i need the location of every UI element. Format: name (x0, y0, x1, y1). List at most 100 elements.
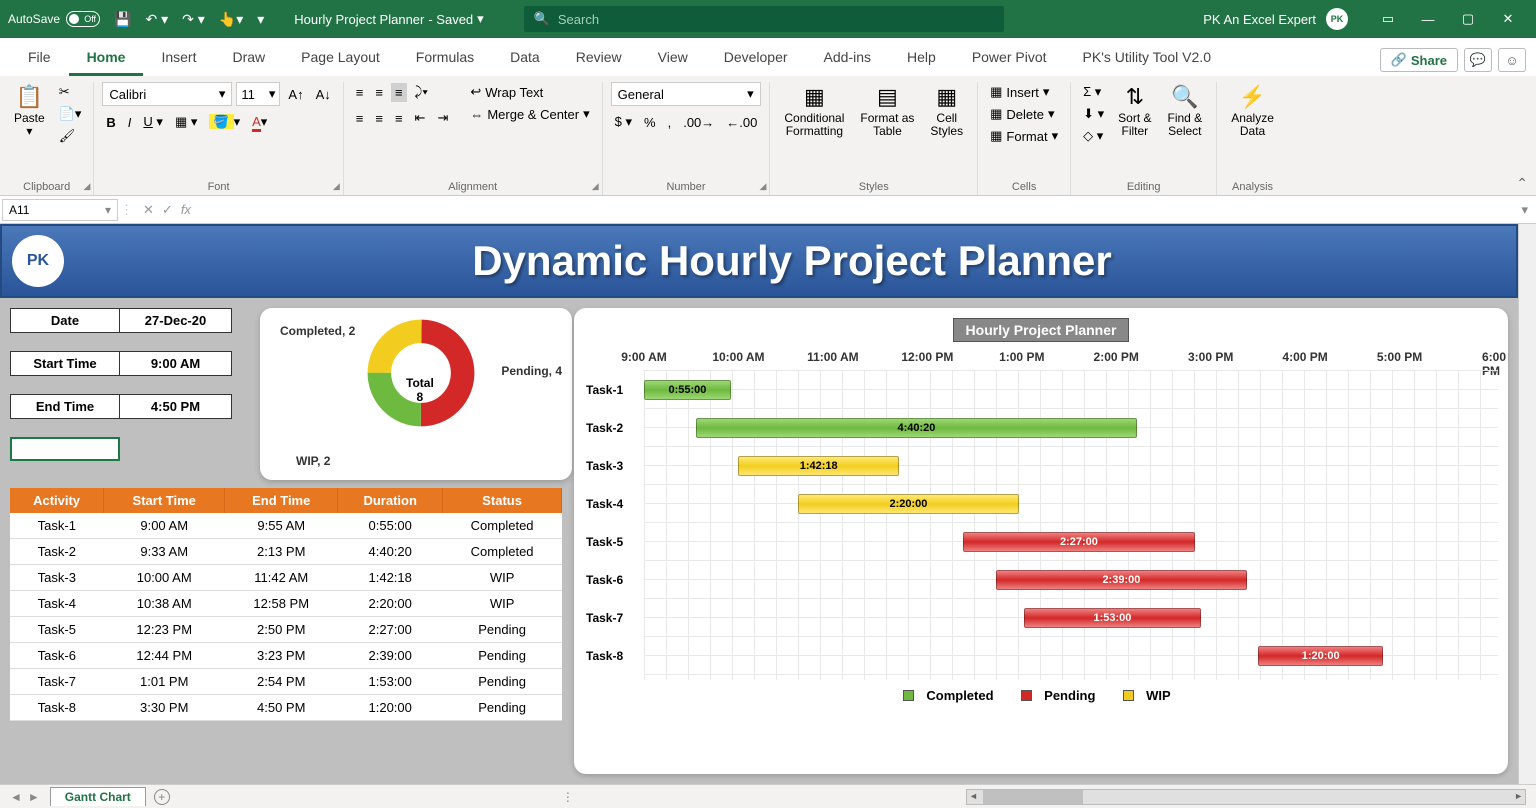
tab-home[interactable]: Home (69, 41, 144, 76)
table-cell[interactable]: Pending (443, 669, 562, 695)
table-cell[interactable]: 9:33 AM (104, 539, 225, 565)
table-cell[interactable]: Pending (443, 617, 562, 643)
format-cells-button[interactable]: ▦Format▾ (986, 126, 1062, 146)
table-cell[interactable]: Task-2 (10, 539, 104, 565)
date-value[interactable]: 27-Dec-20 (120, 308, 232, 333)
table-cell[interactable]: 2:54 PM (225, 669, 338, 695)
decrease-decimal-icon[interactable]: ←.00 (722, 113, 761, 132)
autosave-toggle[interactable]: AutoSave Off (8, 11, 100, 27)
table-cell[interactable]: 1:42:18 (338, 565, 443, 591)
gantt-bar[interactable]: 1:42:18 (738, 456, 899, 476)
table-cell[interactable]: 12:58 PM (225, 591, 338, 617)
delete-cells-button[interactable]: ▦Delete▾ (986, 104, 1058, 124)
autosum-icon[interactable]: Σ ▾ (1079, 82, 1108, 102)
sheet-split-icon[interactable]: ⋮ (562, 790, 574, 804)
table-row[interactable]: Task-83:30 PM4:50 PM1:20:00Pending (10, 695, 562, 721)
table-row[interactable]: Task-612:44 PM3:23 PM2:39:00Pending (10, 643, 562, 669)
font-color-button[interactable]: A▾ (248, 112, 271, 132)
table-row[interactable]: Task-512:23 PM2:50 PM2:27:00Pending (10, 617, 562, 643)
table-header[interactable]: Start Time (104, 488, 225, 513)
table-cell[interactable]: 10:38 AM (104, 591, 225, 617)
close-icon[interactable]: ✕ (1488, 4, 1528, 34)
expand-formula-icon[interactable]: ▾ (1513, 202, 1536, 218)
collapse-ribbon-icon[interactable]: ⌃ (1516, 175, 1528, 192)
increase-font-icon[interactable]: A↑ (284, 85, 307, 104)
table-cell[interactable]: 4:50 PM (225, 695, 338, 721)
tab-draw[interactable]: Draw (214, 41, 283, 76)
gantt-chart[interactable]: Hourly Project Planner 9:00 AM10:00 AM11… (574, 308, 1508, 774)
analyze-data-button[interactable]: ⚡Analyze Data (1225, 82, 1280, 140)
gantt-bar[interactable]: 1:20:00 (1258, 646, 1384, 666)
end-value[interactable]: 4:50 PM (120, 394, 232, 419)
start-value[interactable]: 9:00 AM (120, 351, 232, 376)
tab-pk-s-utility-tool-v2-0[interactable]: PK's Utility Tool V2.0 (1065, 41, 1229, 76)
comments-button[interactable]: 💬 (1464, 48, 1492, 72)
merge-button[interactable]: ⇔Merge & Center▾ (466, 104, 593, 124)
gantt-bar[interactable]: 2:27:00 (963, 532, 1194, 552)
table-cell[interactable]: WIP (443, 565, 562, 591)
border-button[interactable]: ▦ ▾ (171, 112, 201, 132)
table-cell[interactable]: Task-5 (10, 617, 104, 643)
table-cell[interactable]: Task-3 (10, 565, 104, 591)
tab-power-pivot[interactable]: Power Pivot (954, 41, 1065, 76)
tab-help[interactable]: Help (889, 41, 954, 76)
table-cell[interactable]: 1:01 PM (104, 669, 225, 695)
number-format-select[interactable]: General▾ (611, 82, 761, 106)
maximize-icon[interactable]: ▢ (1448, 4, 1488, 34)
search-box[interactable]: 🔍 Search (524, 6, 1004, 32)
worksheet[interactable]: PK Dynamic Hourly Project Planner Date 2… (0, 224, 1536, 784)
table-cell[interactable]: Task-4 (10, 591, 104, 617)
table-row[interactable]: Task-410:38 AM12:58 PM2:20:00WIP (10, 591, 562, 617)
font-name-select[interactable]: Calibri▾ (102, 82, 232, 106)
table-cell[interactable]: Task-8 (10, 695, 104, 721)
sheet-nav[interactable]: ◄► (10, 790, 40, 804)
table-row[interactable]: Task-29:33 AM2:13 PM4:40:20Completed (10, 539, 562, 565)
find-select-button[interactable]: 🔍Find & Select (1162, 82, 1209, 140)
clear-icon[interactable]: ◇ ▾ (1079, 126, 1108, 146)
tab-data[interactable]: Data (492, 41, 558, 76)
table-cell[interactable]: Pending (443, 695, 562, 721)
orientation-icon[interactable]: ⤸▾ (411, 82, 432, 102)
currency-icon[interactable]: $ ▾ (611, 112, 636, 132)
table-cell[interactable]: Task-6 (10, 643, 104, 669)
font-size-select[interactable]: 11▾ (236, 82, 280, 106)
table-cell[interactable]: 12:23 PM (104, 617, 225, 643)
active-cell[interactable] (10, 437, 120, 461)
table-row[interactable]: Task-19:00 AM9:55 AM0:55:00Completed (10, 513, 562, 539)
percent-icon[interactable]: % (640, 113, 660, 132)
gantt-bar[interactable]: 4:40:20 (696, 418, 1137, 438)
align-left-icon[interactable]: ≡ (352, 109, 368, 128)
align-center-icon[interactable]: ≡ (371, 109, 387, 128)
format-painter-button[interactable]: 🖌 (55, 126, 86, 146)
feedback-button[interactable]: ☺ (1498, 48, 1526, 72)
tab-view[interactable]: View (640, 41, 706, 76)
name-box[interactable]: A11▾ (2, 199, 118, 221)
decrease-indent-icon[interactable]: ⇤ (411, 108, 430, 128)
toggle-switch[interactable]: Off (66, 11, 100, 27)
table-cell[interactable]: 9:55 AM (225, 513, 338, 539)
align-bottom-icon[interactable]: ≡ (391, 83, 407, 102)
table-cell[interactable]: 4:40:20 (338, 539, 443, 565)
doc-dropdown-icon[interactable]: ▾ (477, 11, 484, 27)
tab-insert[interactable]: Insert (143, 41, 214, 76)
task-table[interactable]: ActivityStart TimeEnd TimeDurationStatus… (10, 488, 562, 721)
dialog-launcher-icon[interactable]: ◢ (759, 181, 766, 192)
bold-button[interactable]: B (102, 113, 119, 132)
cancel-formula-icon[interactable]: ✕ (143, 202, 154, 218)
table-cell[interactable]: WIP (443, 591, 562, 617)
cut-button[interactable]: ✂ (55, 82, 86, 102)
align-top-icon[interactable]: ≡ (352, 83, 368, 102)
gantt-bar[interactable]: 1:53:00 (1024, 608, 1202, 628)
table-cell[interactable]: 11:42 AM (225, 565, 338, 591)
table-cell[interactable]: 10:00 AM (104, 565, 225, 591)
table-cell[interactable]: 2:27:00 (338, 617, 443, 643)
table-cell[interactable]: Completed (443, 513, 562, 539)
user-avatar[interactable]: PK (1326, 8, 1348, 30)
fx-icon[interactable]: fx (181, 202, 191, 218)
share-button[interactable]: 🔗 Share (1380, 48, 1458, 72)
touch-icon[interactable]: 👆▾ (219, 11, 243, 28)
table-cell[interactable]: 1:20:00 (338, 695, 443, 721)
fill-icon[interactable]: ⬇ ▾ (1079, 104, 1108, 124)
dialog-launcher-icon[interactable]: ◢ (592, 181, 599, 192)
redo-icon[interactable]: ↷ ▾ (182, 11, 205, 28)
